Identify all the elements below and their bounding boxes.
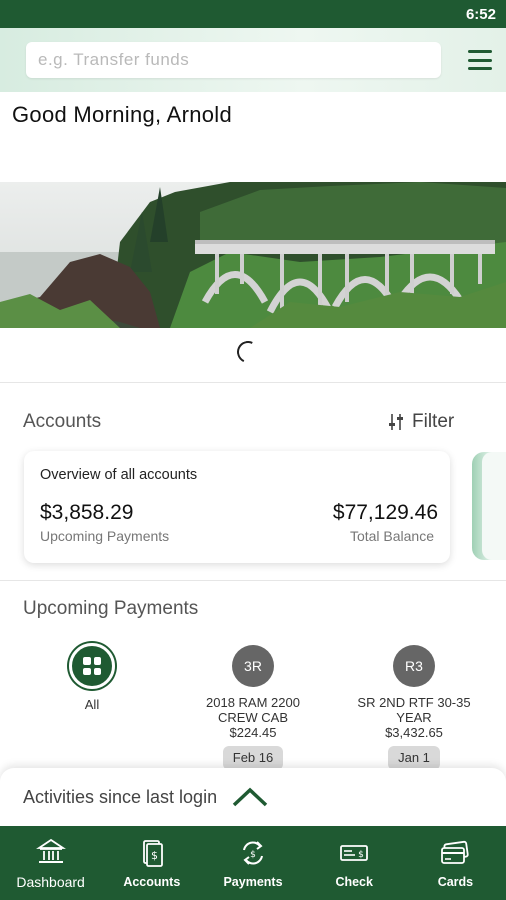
upcoming-payments-amount: $3,858.29 <box>40 501 134 524</box>
cards-icon <box>441 840 470 864</box>
payment-details: SR 2ND RTF 30-35 YEAR $3,432.65 <box>357 695 470 740</box>
nav-label: Cards <box>437 874 474 889</box>
payment-label: All <box>84 697 100 712</box>
next-account-card-peek[interactable] <box>472 452 506 560</box>
payment-item[interactable]: R3 SR 2ND RTF 30-35 YEAR $3,432.65 Jan 1 <box>348 645 480 770</box>
filter-button[interactable]: Filter <box>388 411 454 433</box>
nav-label: Check <box>335 874 373 889</box>
greeting-title: Good Morning, Arnold <box>12 102 233 127</box>
payment-title-line2: YEAR <box>396 710 432 725</box>
accounts-section-title: Accounts <box>23 411 102 432</box>
all-payments-button[interactable] <box>69 643 115 689</box>
search-input[interactable] <box>26 42 441 78</box>
nav-label: Accounts <box>123 874 181 889</box>
payment-amount: $224.45 <box>229 725 277 740</box>
bridge-landscape-illustration <box>0 182 506 328</box>
hamburger-menu-icon[interactable] <box>468 50 492 70</box>
nav-label: Dashboard <box>16 873 85 890</box>
accounts-overview-card[interactable]: Overview of all accounts $3,858.29 Upcom… <box>24 451 450 563</box>
status-time: 6:52 <box>465 5 496 23</box>
payment-date-chip: Feb 16 <box>222 746 284 770</box>
payment-badge[interactable]: 3R <box>232 645 274 687</box>
status-bar: 6:52 <box>0 0 506 28</box>
payment-title-line2: CREW CAB <box>217 710 289 725</box>
loading-spinner-icon <box>233 337 263 367</box>
grid-icon <box>83 657 101 675</box>
activities-panel-toggle[interactable]: Activities since last login <box>0 768 506 826</box>
hero-bridge-image <box>0 182 506 328</box>
total-balance-amount: $77,129.46 <box>332 501 438 524</box>
nav-check[interactable]: $ Check <box>304 838 405 889</box>
nav-payments[interactable]: $ Payments <box>202 838 303 889</box>
payment-date-chip: Jan 1 <box>388 746 440 770</box>
payment-title-line1: 2018 RAM 2200 <box>206 695 300 710</box>
nav-cards[interactable]: Cards <box>405 838 506 889</box>
svg-text:$: $ <box>358 850 364 860</box>
total-balance-label: Total Balance <box>349 528 434 544</box>
nav-dashboard[interactable]: Dashboard <box>0 837 101 890</box>
svg-text:$: $ <box>151 849 158 862</box>
section-divider <box>0 382 506 383</box>
payment-badge[interactable]: R3 <box>393 645 435 687</box>
payment-amount: $3,432.65 <box>385 725 443 740</box>
payment-item[interactable]: 3R 2018 RAM 2200 CREW CAB $224.45 Feb 16 <box>193 645 313 770</box>
bank-icon <box>35 838 66 863</box>
nav-accounts[interactable]: $ Accounts <box>101 838 202 889</box>
upcoming-payments-title: Upcoming Payments <box>23 598 199 619</box>
payments-icon: $ <box>243 840 263 865</box>
section-divider <box>0 580 506 581</box>
check-icon: $ <box>340 844 369 861</box>
overview-title: Overview of all accounts <box>40 467 198 483</box>
filter-label: Filter <box>412 411 455 432</box>
accounts-icon: $ <box>142 839 163 867</box>
bottom-navigation: Dashboard $ Accounts $ Payments $ Check <box>0 826 506 900</box>
chevron-up-icon[interactable] <box>231 786 269 808</box>
filter-sliders-icon <box>389 414 403 430</box>
payment-item-all[interactable]: All <box>67 643 117 712</box>
nav-label: Payments <box>223 874 283 889</box>
payment-details: 2018 RAM 2200 CREW CAB $224.45 <box>206 695 300 740</box>
svg-text:$: $ <box>250 850 256 860</box>
search-bar <box>0 28 506 92</box>
payment-title-line1: SR 2ND RTF 30-35 <box>357 695 471 710</box>
upcoming-payments-label: Upcoming Payments <box>40 528 170 544</box>
activities-label: Activities since last login <box>23 786 218 807</box>
